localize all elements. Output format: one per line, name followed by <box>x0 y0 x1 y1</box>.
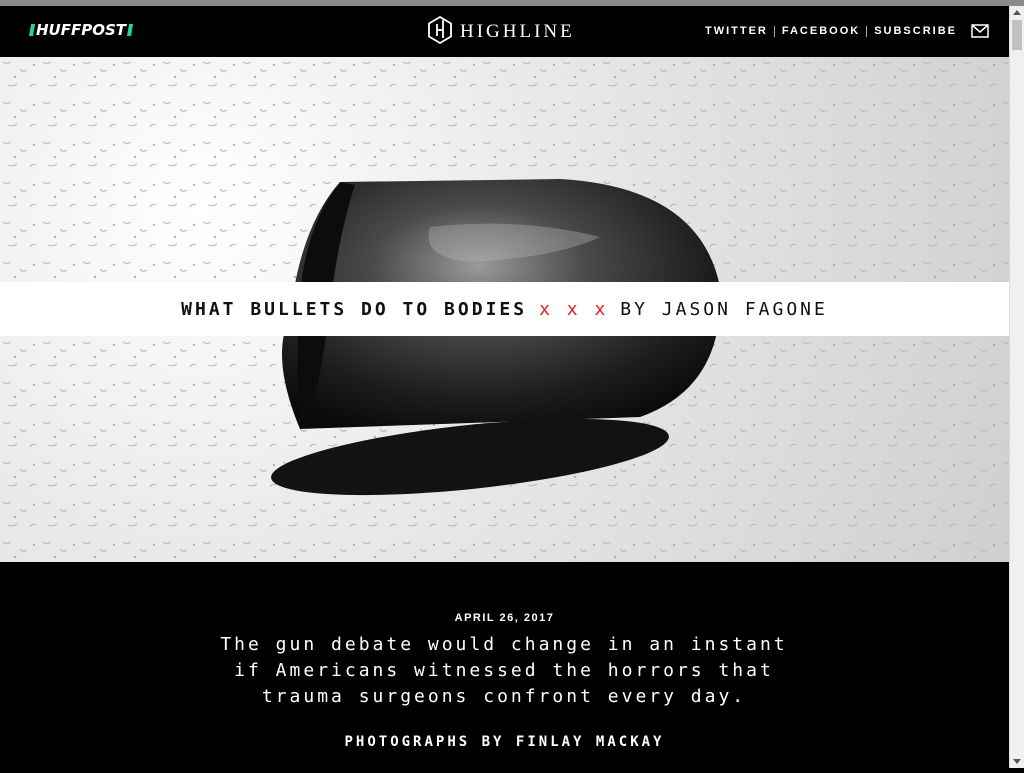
huffpost-wordmark: HUFFPOST <box>36 21 127 39</box>
highline-logo[interactable]: HIGHLINE <box>428 15 575 49</box>
nav-subscribe-link[interactable]: SUBSCRIBE <box>874 25 957 37</box>
article-title: WHAT BULLETS DO TO BODIES <box>181 298 528 320</box>
scrollbar-thumb[interactable] <box>1012 20 1022 50</box>
photo-credit: PHOTOGRAPHS BY FINLAY MACKAY <box>344 734 665 750</box>
huffpost-logo[interactable]: HUFFPOST <box>28 21 134 39</box>
article-dek: The gun debate would change in an instan… <box>220 634 788 707</box>
header-nav: TWITTER FACEBOOK SUBSCRIBE <box>705 24 989 38</box>
article-byline: BY JASON FAGONE <box>620 298 828 320</box>
scroll-up-arrow-icon[interactable] <box>1010 6 1024 20</box>
highline-hex-logo-icon <box>428 15 452 49</box>
site-header: HUFFPOST HIGHLINE TWITTER FACEBOOK SUBSC… <box>0 6 1009 57</box>
nav-divider <box>773 25 775 37</box>
logo-right-bar <box>126 24 134 36</box>
logo-left-bar <box>28 24 36 36</box>
publish-date: APRIL 26, 2017 <box>454 612 555 624</box>
highline-wordmark: HIGHLINE <box>460 21 575 42</box>
vertical-scrollbar[interactable] <box>1009 6 1024 768</box>
article-intro: APRIL 26, 2017 The gun debate would chan… <box>0 562 1009 768</box>
nav-twitter-link[interactable]: TWITTER <box>705 25 768 37</box>
article-title-band: WHAT BULLETS DO TO BODIES x x x BY JASON… <box>0 282 1009 336</box>
nav-facebook-link[interactable]: FACEBOOK <box>782 25 860 37</box>
mail-icon[interactable] <box>971 24 989 38</box>
nav-divider <box>866 25 868 37</box>
scroll-down-arrow-icon[interactable] <box>1010 754 1024 768</box>
title-separator: x x x <box>539 298 609 320</box>
